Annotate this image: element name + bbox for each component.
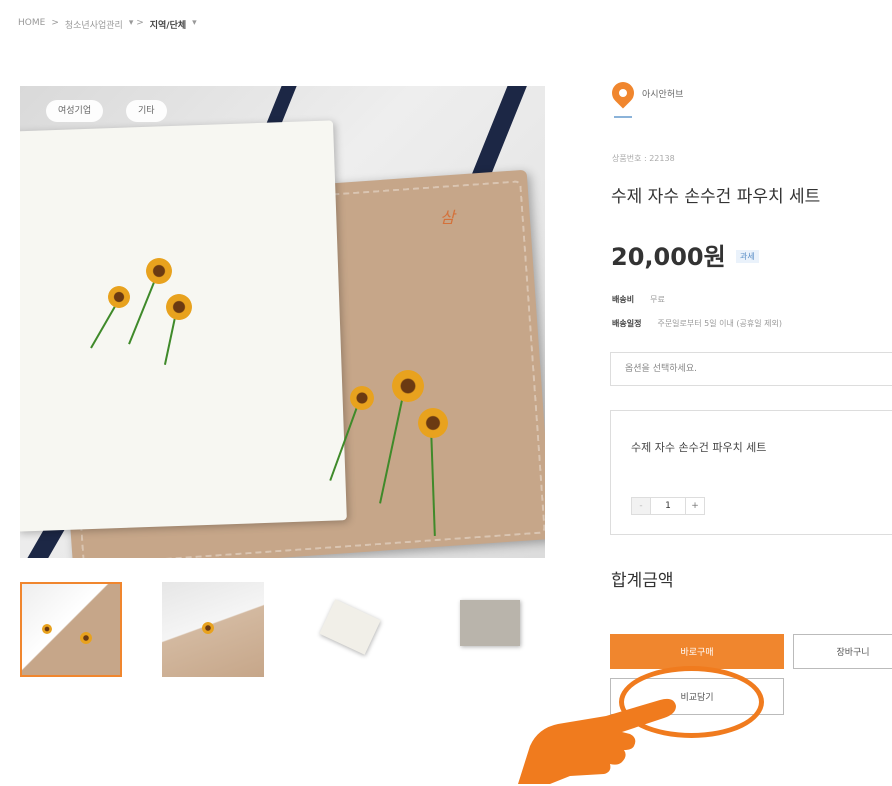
embroidered-flower [146, 258, 172, 284]
thumbnail-3[interactable] [305, 582, 407, 677]
decrease-button[interactable]: - [632, 498, 650, 514]
breadcrumb-level2[interactable]: 지역/단체 [150, 18, 186, 31]
embroidered-flower [418, 408, 448, 438]
seller-info[interactable]: 아시안허브 [607, 77, 683, 109]
breadcrumb: HOME > 청소년사업관리 ▾ > 지역/단체 ▾ [18, 18, 197, 31]
tag-women-business: 여성기업 [46, 100, 104, 122]
shipping-fee-row: 배송비 무료 [612, 294, 665, 305]
product-price: 20,000원 [611, 243, 726, 271]
embroidered-flower [350, 386, 374, 410]
increase-button[interactable]: + [686, 498, 704, 514]
thumb-flower [202, 622, 214, 634]
product-code: 상품번호 : 22138 [612, 154, 675, 163]
embroidered-flower [108, 286, 130, 308]
thumb-flower [42, 624, 52, 634]
selected-option-name: 수제 자수 손수건 파우치 세트 [631, 441, 767, 454]
option-select[interactable]: 옵션을 선택하세요. [610, 352, 892, 386]
shipping-schedule-row: 배송일정 주문일로부터 5일 이내 (공휴일 제외) [612, 318, 782, 329]
handkerchief-fabric [20, 120, 347, 532]
shipping-fee-value: 무료 [650, 295, 665, 304]
product-title: 수제 자수 손수건 파우치 세트 [611, 187, 821, 207]
thumb-fabric [319, 599, 381, 655]
quantity-stepper: - 1 + [631, 497, 705, 515]
embroidered-flower [166, 294, 192, 320]
location-pin-icon [607, 77, 639, 109]
tag-other: 기타 [126, 100, 167, 122]
embroidered-flower [392, 370, 424, 402]
main-product-image: 삼 여성기업 기타 [20, 86, 545, 558]
tax-badge: 과세 [736, 250, 759, 263]
breadcrumb-home[interactable]: HOME [18, 18, 45, 31]
seller-name[interactable]: 아시안허브 [642, 87, 683, 100]
thumbnail-1[interactable] [20, 582, 122, 677]
seller-divider [614, 116, 632, 118]
buy-now-button[interactable]: 바로구매 [610, 634, 784, 669]
quantity-input[interactable]: 1 [650, 498, 686, 514]
selected-option-box: 수제 자수 손수건 파우치 세트 - 1 + [610, 410, 892, 535]
thumb-flower [80, 632, 92, 644]
thumbnail-4[interactable] [448, 582, 550, 677]
pouch-signature: 삼 [440, 208, 455, 227]
pointing-hand-icon [518, 698, 676, 784]
breadcrumb-level1-dropdown[interactable]: ▾ > [129, 18, 144, 31]
breadcrumb-separator: > [51, 18, 59, 28]
total-amount-label: 합계금액 [611, 571, 674, 591]
shipping-fee-label: 배송비 [612, 295, 635, 304]
thumbnail-2[interactable] [162, 582, 264, 677]
breadcrumb-level1[interactable]: 청소년사업관리 [65, 18, 123, 31]
breadcrumb-level2-dropdown[interactable]: ▾ [192, 18, 197, 31]
shipping-schedule-value: 주문일로부터 5일 이내 (공휴일 제외) [657, 319, 782, 328]
shipping-schedule-label: 배송일정 [612, 319, 642, 328]
add-to-cart-button[interactable]: 장바구니 [793, 634, 892, 669]
thumb-fabric [460, 600, 520, 646]
